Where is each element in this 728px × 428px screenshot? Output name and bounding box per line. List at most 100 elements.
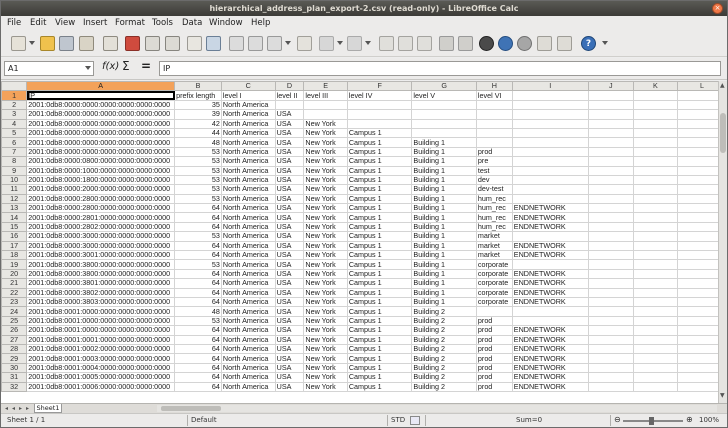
row-header[interactable]: 8: [1, 156, 28, 167]
navigator-icon[interactable]: [498, 36, 513, 51]
selection-mode[interactable]: STD: [391, 416, 405, 424]
cell[interactable]: [587, 287, 634, 299]
cell[interactable]: USA: [274, 165, 305, 176]
prev-sheet-icon[interactable]: ◂: [12, 405, 15, 412]
email-document-icon[interactable]: [79, 36, 94, 51]
cell[interactable]: [632, 146, 679, 158]
cell[interactable]: [587, 268, 634, 280]
row-header[interactable]: 6: [1, 137, 28, 148]
cell[interactable]: Campus 1: [346, 268, 413, 280]
cell[interactable]: North America: [220, 99, 276, 111]
cell[interactable]: [632, 278, 679, 289]
cell[interactable]: Campus 1: [346, 250, 413, 261]
cell[interactable]: [587, 306, 634, 317]
row-header[interactable]: 20: [1, 268, 28, 280]
cell[interactable]: [632, 315, 679, 327]
cell[interactable]: Building 1: [411, 212, 477, 223]
cell[interactable]: [587, 193, 634, 205]
cell[interactable]: USA: [274, 193, 305, 205]
cell[interactable]: North America: [220, 203, 276, 214]
cell[interactable]: North America: [220, 372, 276, 383]
cell[interactable]: USA: [274, 381, 305, 392]
cell[interactable]: [587, 90, 634, 101]
cell[interactable]: [632, 118, 679, 129]
cell[interactable]: 53: [174, 165, 222, 176]
cell[interactable]: 64: [174, 250, 222, 261]
vertical-scrollbar[interactable]: ▲ ▼: [718, 81, 727, 403]
cell-table[interactable]: ABCDEFGHIJKL 1 IP prefix length level Ileve…: [1, 81, 727, 392]
cell[interactable]: [475, 137, 513, 148]
cell[interactable]: [632, 193, 679, 205]
cell[interactable]: 2001:0db8:0000:3000:0000:0000:0000:0000: [26, 231, 176, 242]
cell[interactable]: 64: [174, 381, 222, 392]
cell[interactable]: USA: [274, 109, 305, 120]
cell[interactable]: [411, 109, 477, 120]
cell[interactable]: Building 2: [411, 343, 477, 355]
cell[interactable]: North America: [220, 287, 276, 299]
row-header[interactable]: 32: [1, 381, 28, 392]
open-folder-icon[interactable]: [40, 36, 55, 51]
redo-dropdown-icon[interactable]: [365, 41, 371, 45]
cell[interactable]: [632, 99, 679, 111]
cell[interactable]: 64: [174, 372, 222, 383]
cell[interactable]: USA: [274, 156, 305, 167]
column-header-i[interactable]: I: [511, 81, 589, 92]
cell[interactable]: [587, 362, 634, 374]
column-header-d[interactable]: D: [274, 81, 305, 92]
cell[interactable]: North America: [220, 127, 276, 139]
cell[interactable]: Campus 1: [346, 362, 413, 374]
cell[interactable]: 2001:0db8:0000:3800:0000:0000:0000:0000: [26, 259, 176, 270]
cell[interactable]: 2001:0db8:0000:0000:0000:0000:0000:0000: [26, 137, 176, 148]
row-header[interactable]: 26: [1, 325, 28, 336]
cell[interactable]: Building 1: [411, 203, 477, 214]
cell[interactable]: USA: [274, 212, 305, 223]
cell[interactable]: [632, 362, 679, 374]
cell[interactable]: [303, 99, 348, 111]
cell[interactable]: New York: [303, 250, 348, 261]
cell[interactable]: Building 1: [411, 278, 477, 289]
cell[interactable]: [587, 137, 634, 148]
row-header[interactable]: 19: [1, 259, 28, 270]
cell[interactable]: corporate: [475, 259, 513, 270]
cell[interactable]: Building 1: [411, 146, 477, 158]
row-header[interactable]: 27: [1, 334, 28, 345]
row-header[interactable]: 25: [1, 315, 28, 327]
cell[interactable]: New York: [303, 362, 348, 374]
cell[interactable]: North America: [220, 353, 276, 364]
cell[interactable]: 2001:0db8:0000:0000:0000:0000:0000:0000: [26, 146, 176, 158]
cell[interactable]: [587, 118, 634, 129]
cell[interactable]: prod: [475, 325, 513, 336]
cell[interactable]: New York: [303, 259, 348, 270]
cell[interactable]: USA: [274, 315, 305, 327]
cell[interactable]: [587, 240, 634, 252]
cell[interactable]: [632, 268, 679, 280]
export-pdf-icon[interactable]: [125, 36, 140, 51]
cell[interactable]: Building 2: [411, 334, 477, 345]
cell[interactable]: New York: [303, 203, 348, 214]
cell[interactable]: [632, 137, 679, 148]
zoom-out-icon[interactable]: ⊖: [614, 415, 621, 424]
cell[interactable]: Building 1: [411, 156, 477, 167]
cell[interactable]: Campus 1: [346, 343, 413, 355]
cell[interactable]: [511, 99, 589, 111]
cell[interactable]: IP: [26, 90, 176, 101]
save-icon[interactable]: [59, 36, 74, 51]
column-header-a[interactable]: A: [26, 81, 176, 92]
cell[interactable]: [587, 174, 634, 186]
paste-icon[interactable]: [267, 36, 282, 51]
cell[interactable]: USA: [274, 221, 305, 233]
cell[interactable]: USA: [274, 362, 305, 374]
cell[interactable]: 2001:0db8:0000:3803:0000:0000:0000:0000: [26, 296, 176, 308]
row-header[interactable]: 17: [1, 240, 28, 252]
cell[interactable]: 2001:0db8:0000:3001:0000:0000:0000:0000: [26, 250, 176, 261]
cell[interactable]: Building 1: [411, 240, 477, 252]
sort-ascending-icon[interactable]: [398, 36, 413, 51]
cell[interactable]: 2001:0db8:0000:0000:0000:0000:0000:0000: [26, 118, 176, 129]
cell[interactable]: ENDNETWORK: [511, 212, 589, 223]
cell[interactable]: 2001:0db8:0000:2801:0000:0000:0000:0000: [26, 212, 176, 223]
row-header[interactable]: 11: [1, 184, 28, 195]
cell[interactable]: [587, 212, 634, 223]
cell[interactable]: Building 1: [411, 184, 477, 195]
formula-icon[interactable]: =: [141, 59, 151, 73]
cell[interactable]: 2001:0db8:0001:0005:0000:0000:0000:0000: [26, 372, 176, 383]
